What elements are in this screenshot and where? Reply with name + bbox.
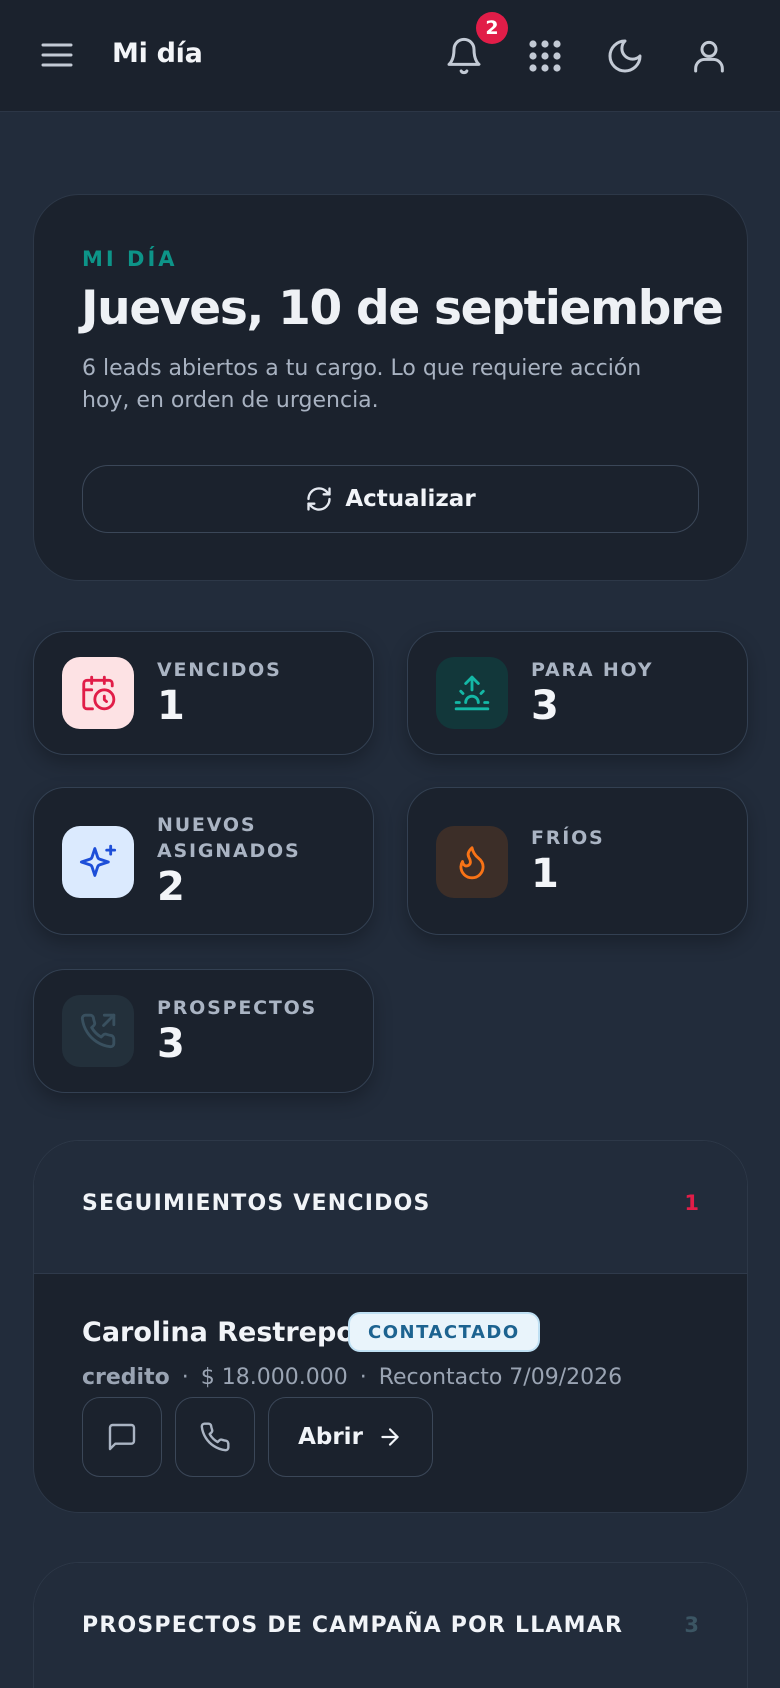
- lead-name[interactable]: Carolina Restrepo: [82, 1317, 355, 1348]
- meta-separator: ·: [181, 1365, 189, 1390]
- stat-icon-box: [436, 657, 508, 729]
- stat-icon-box: [62, 995, 134, 1067]
- stat-value: 2: [157, 864, 185, 910]
- stat-value: 3: [531, 683, 559, 729]
- user-icon[interactable]: [689, 36, 729, 76]
- section-title: PROSPECTOS DE CAMPAÑA POR LLAMAR: [82, 1613, 624, 1638]
- date-heading: Jueves, 10 de septiembre: [81, 281, 724, 336]
- stat-value: 3: [157, 1021, 185, 1067]
- moon-icon[interactable]: [605, 36, 645, 76]
- day-summary-card: MI DÍA Jueves, 10 de septiembre 6 leads …: [33, 194, 748, 581]
- open-label: Abrir: [298, 1424, 363, 1450]
- stat-value: 1: [157, 683, 185, 729]
- stat-card-prospectos[interactable]: PROSPECTOS 3: [33, 969, 374, 1093]
- notification-badge: 2: [476, 12, 508, 44]
- stat-card-para-hoy[interactable]: PARA HOY 3: [407, 631, 748, 755]
- arrow-right-icon: [381, 1428, 399, 1446]
- section-count: 3: [684, 1613, 699, 1637]
- lead-product: credito: [82, 1365, 170, 1390]
- stat-icon-box: [436, 826, 508, 898]
- stat-label: NUEVOS ASIGNADOS: [157, 814, 301, 862]
- sunrise-icon: [454, 675, 490, 711]
- apps-grid-icon[interactable]: [525, 36, 565, 76]
- message-button[interactable]: [82, 1397, 162, 1477]
- lead-recontact-date: Recontacto 7/09/2026: [378, 1365, 623, 1390]
- refresh-label: Actualizar: [345, 486, 476, 512]
- stat-label: PARA HOY: [531, 659, 654, 681]
- page-title: Mi día: [112, 38, 203, 69]
- stat-card-frios[interactable]: FRÍOS 1: [407, 787, 748, 935]
- stat-label: FRÍOS: [531, 827, 605, 849]
- bell-icon[interactable]: [444, 36, 484, 76]
- hero-subtitle: 6 leads abiertos a tu cargo. Lo que requ…: [82, 356, 642, 413]
- stat-icon-box: [62, 826, 134, 898]
- open-lead-button[interactable]: Abrir: [268, 1397, 433, 1477]
- flame-icon: [459, 846, 485, 880]
- stat-value: 1: [531, 851, 559, 897]
- call-button[interactable]: [175, 1397, 255, 1477]
- calendar-clock-icon: [82, 675, 116, 711]
- hero-eyebrow: MI DÍA: [82, 247, 178, 271]
- campaign-prospects-section: PROSPECTOS DE CAMPAÑA POR LLAMAR 3: [33, 1562, 748, 1688]
- top-bar: Mi día 2: [0, 0, 780, 112]
- lead-meta: credito · $ 18.000.000 · Recontacto 7/09/202…: [82, 1365, 622, 1390]
- refresh-button[interactable]: Actualizar: [82, 465, 699, 533]
- overdue-followups-section: SEGUIMIENTOS VENCIDOS 1 Carolina Restrep…: [33, 1140, 748, 1513]
- phone-icon: [200, 1422, 230, 1452]
- stat-label: VENCIDOS: [157, 659, 282, 681]
- stat-icon-box: [62, 657, 134, 729]
- section-count: 1: [684, 1191, 699, 1215]
- section-header: SEGUIMIENTOS VENCIDOS 1: [34, 1141, 747, 1274]
- menu-icon[interactable]: [40, 38, 74, 72]
- stat-card-nuevos-asignados[interactable]: NUEVOS ASIGNADOS 2: [33, 787, 374, 935]
- section-header: PROSPECTOS DE CAMPAÑA POR LLAMAR 3: [34, 1563, 747, 1688]
- message-icon: [108, 1423, 136, 1451]
- meta-separator: ·: [359, 1365, 367, 1390]
- sparkles-icon: [79, 844, 117, 877]
- stat-card-vencidos[interactable]: VENCIDOS 1: [33, 631, 374, 755]
- refresh-icon: [307, 487, 331, 511]
- section-title: SEGUIMIENTOS VENCIDOS: [82, 1191, 431, 1216]
- phone-outgoing-icon: [80, 1013, 116, 1049]
- lead-amount: $ 18.000.000: [200, 1365, 348, 1390]
- status-badge: CONTACTADO: [348, 1312, 540, 1352]
- stat-label: PROSPECTOS: [157, 997, 318, 1019]
